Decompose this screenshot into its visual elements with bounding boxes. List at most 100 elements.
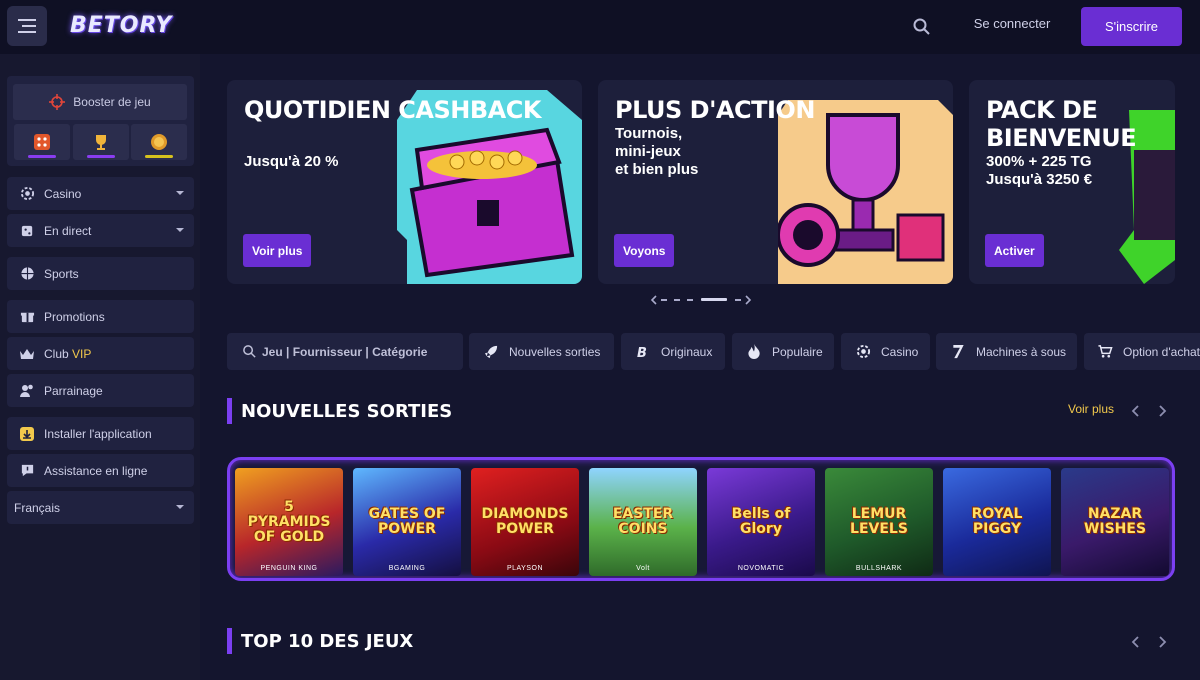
tab-label: Populaire <box>772 344 823 359</box>
game-search-input[interactable]: Jeu | Fournisseur | Catégorie <box>227 333 463 370</box>
sidebar-item-vip[interactable]: Club VIP <box>7 337 194 370</box>
banner-cashback[interactable]: Quotidien cashback Jusqu'à 20 % Voir plu… <box>227 80 582 284</box>
game-tile[interactable]: EASTER COINS Volt <box>589 468 697 576</box>
top-header: BETORY Se connecter S'inscrire <box>0 0 1200 54</box>
casino-chip-icon <box>19 186 35 202</box>
game-tile[interactable]: NAZAR WISHES <box>1061 468 1169 576</box>
dice-icon <box>34 134 50 150</box>
game-tile[interactable]: DIAMONDS POWER PLAYSON <box>471 468 579 576</box>
banner-subtitle: 300% + 225 TG Jusqu'à 3250 € <box>986 153 1093 188</box>
game-title: ROYAL PIGGY <box>971 506 1023 537</box>
game-provider: NOVOMATIC <box>737 565 785 572</box>
game-tile[interactable]: Bells of Glory NOVOMATIC <box>707 468 815 576</box>
signup-button[interactable]: S'inscrire <box>1081 7 1182 46</box>
crosshair-icon <box>49 94 66 110</box>
game-tile[interactable]: LEMUR LEVELS BULLSHARK <box>825 468 933 576</box>
flame-icon <box>745 343 763 361</box>
tab-slots[interactable]: Machines à sous <box>936 333 1077 370</box>
game-provider: Volt <box>636 565 650 572</box>
dice-game-button[interactable] <box>14 124 70 160</box>
banner-action[interactable]: Plus d'action Tournois, mini-jeux et bie… <box>598 80 953 284</box>
trophy-game-button[interactable] <box>73 124 129 160</box>
chevron-down-icon <box>176 191 184 195</box>
section-title-new-releases: NOUVELLES SORTIES <box>227 398 452 424</box>
banner-subtitle: Jusqu'à 20 % <box>244 153 339 170</box>
chevron-right-icon[interactable] <box>1155 635 1169 649</box>
rocket-icon <box>482 343 500 361</box>
sidebar-item-label: Assistance en ligne <box>44 463 148 478</box>
tab-label: Nouvelles sorties <box>509 344 601 359</box>
vip-label: VIP <box>72 346 92 361</box>
tab-popular[interactable]: Populaire <box>732 333 834 370</box>
banner-cta-button[interactable]: Voyons <box>614 234 675 267</box>
sidebar-item-label: Sports <box>44 266 79 281</box>
tab-label: Machines à sous <box>976 344 1067 359</box>
gift-icon <box>19 309 35 325</box>
coin-icon <box>151 134 167 150</box>
logo[interactable]: BETORY <box>70 13 172 38</box>
search-icon[interactable] <box>912 17 932 37</box>
game-title: GATES OF POWER <box>368 506 446 537</box>
login-button[interactable]: Se connecter <box>960 16 1064 38</box>
sidebar-item-install-app[interactable]: Installer l'application <box>7 417 194 450</box>
live-dice-icon <box>19 223 35 239</box>
download-icon <box>19 426 35 442</box>
seven-icon <box>949 343 967 361</box>
sidebar-item-support[interactable]: Assistance en ligne <box>7 454 194 487</box>
banner-title: Plus d'action <box>615 96 815 124</box>
sidebar-item-referral[interactable]: Parrainage <box>7 374 194 407</box>
tab-label: Option d'achat <box>1122 344 1200 359</box>
game-title: NAZAR WISHES <box>1083 506 1147 537</box>
language-label: Français <box>14 500 61 515</box>
banner-cta-button[interactable]: Activer <box>985 234 1044 267</box>
sidebar-item-sports[interactable]: Sports <box>7 257 194 290</box>
sidebar-item-promotions[interactable]: Promotions <box>7 300 194 333</box>
tab-label: Casino <box>881 344 919 359</box>
game-tile[interactable]: ROYAL PIGGY <box>943 468 1051 576</box>
banner-cta-button[interactable]: Voir plus <box>243 234 312 267</box>
booster-button[interactable]: Booster de jeu <box>13 84 187 120</box>
game-provider: PLAYSON <box>506 565 544 572</box>
cart-icon <box>1097 343 1114 361</box>
trophy-icon <box>96 135 106 150</box>
chevron-left-icon[interactable] <box>1129 404 1143 418</box>
chevron-down-icon <box>176 228 184 232</box>
menu-button[interactable] <box>7 6 47 46</box>
sidebar-item-label: Club <box>44 346 73 361</box>
game-title: Bells of Glory <box>731 506 791 537</box>
see-more-link[interactable]: Voir plus <box>1068 402 1114 416</box>
sidebar-item-label: Installer l'application <box>44 426 152 441</box>
section-title-top10: TOP 10 DES JEUX <box>227 628 413 654</box>
game-title: 5 PYRAMIDS OF GOLD <box>247 498 331 545</box>
sidebar-item-label: Parrainage <box>44 383 103 398</box>
tab-originals[interactable]: B Originaux <box>621 333 725 370</box>
search-placeholder: Jeu | Fournisseur | Catégorie <box>262 344 428 359</box>
carousel-pagination[interactable] <box>650 293 754 307</box>
sidebar-item-label: Promotions <box>44 309 105 324</box>
tab-label: Originaux <box>661 344 713 359</box>
users-icon <box>19 383 35 399</box>
chevron-down-icon <box>176 505 184 509</box>
game-title: LEMUR LEVELS <box>850 506 908 537</box>
coin-game-button[interactable] <box>131 124 187 160</box>
game-provider: BULLSHARK <box>855 565 903 572</box>
chevron-left-icon[interactable] <box>1129 635 1143 649</box>
game-tile[interactable]: 5 PYRAMIDS OF GOLD PENGUIN KING <box>235 468 343 576</box>
tab-buy-option[interactable]: Option d'achat <box>1084 333 1200 370</box>
tab-casino[interactable]: Casino <box>841 333 930 370</box>
betory-b-icon: B <box>634 343 652 361</box>
sidebar-item-label: Casino <box>44 186 82 201</box>
svg-text:B: B <box>637 346 647 359</box>
tab-new-releases[interactable]: Nouvelles sorties <box>469 333 614 370</box>
booster-label: Booster de jeu <box>73 95 151 109</box>
sidebar-item-casino[interactable]: Casino <box>7 177 194 210</box>
game-title: DIAMONDS POWER <box>481 506 569 537</box>
chevron-right-icon <box>745 295 752 305</box>
language-select[interactable]: Français <box>7 491 194 524</box>
game-tile[interactable]: GATES OF POWER BGAMING <box>353 468 461 576</box>
banner-welcome[interactable]: Pack de bienvenue 300% + 225 TG Jusqu'à … <box>969 80 1175 284</box>
sidebar-item-live[interactable]: En direct <box>7 214 194 247</box>
casino-chip-icon <box>854 343 872 361</box>
chevron-right-icon[interactable] <box>1155 404 1169 418</box>
banner-title: Quotidien cashback <box>244 96 541 124</box>
